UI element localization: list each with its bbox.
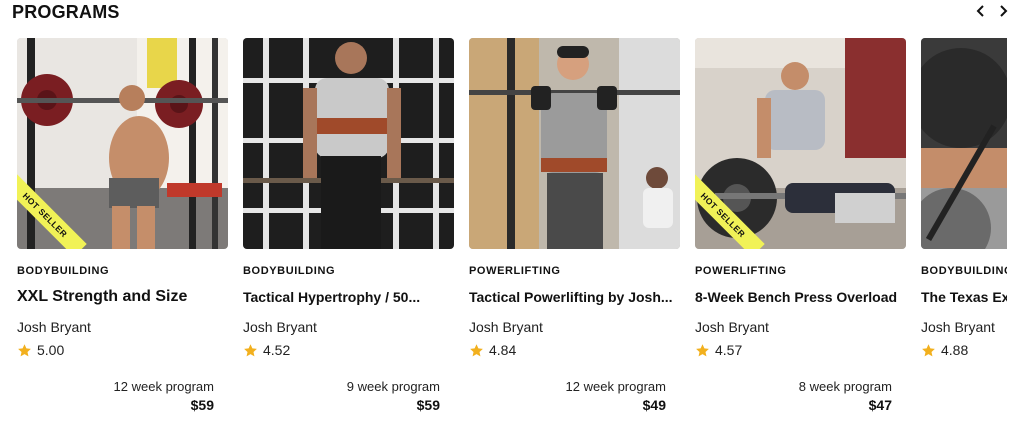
star-icon (17, 343, 32, 358)
program-author: Josh Bryant (695, 319, 769, 335)
program-rating: 4.84 (469, 342, 516, 358)
program-rating: 4.52 (243, 342, 290, 358)
program-name[interactable]: The Texas Ext (921, 289, 1007, 305)
program-price: $47 (868, 397, 892, 413)
program-duration: 12 week program (113, 379, 214, 394)
program-price: $59 (190, 397, 214, 413)
program-author: Josh Bryant (243, 319, 317, 335)
program-photo (921, 38, 1007, 249)
program-card[interactable]: BODYBUILDING Tactical Hypertrophy / 50..… (243, 38, 454, 438)
program-name[interactable]: XXL Strength and Size (17, 288, 222, 306)
rating-value: 4.57 (715, 342, 743, 358)
program-rating: 4.57 (695, 342, 742, 358)
program-author: Josh Bryant (921, 319, 995, 335)
program-author: Josh Bryant (17, 319, 91, 335)
carousel-prev-button[interactable] (970, 0, 992, 22)
carousel-next-button[interactable] (992, 0, 1014, 22)
rating-value: 4.52 (263, 342, 291, 358)
program-price: $49 (642, 397, 666, 413)
star-icon (695, 343, 710, 358)
program-category: POWERLIFTING (695, 265, 787, 277)
program-author: Josh Bryant (469, 319, 543, 335)
program-category: BODYBUILDING (243, 265, 336, 277)
program-card[interactable]: HOT SELLER BODYBUILDING XXL Strength and… (17, 38, 228, 438)
section-title: PROGRAMS (12, 2, 120, 22)
program-duration: 8 week program (798, 379, 892, 394)
program-category: BODYBUILDING (921, 265, 1007, 277)
program-carousel: HOT SELLER BODYBUILDING XXL Strength and… (17, 38, 1007, 438)
program-thumbnail[interactable]: HOT SELLER (695, 38, 906, 249)
program-name[interactable]: 8-Week Bench Press Overload (695, 289, 900, 305)
section-header: PROGRAMS (12, 0, 1012, 24)
rating-value: 4.88 (941, 342, 969, 358)
program-name[interactable]: Tactical Hypertrophy / 50... (243, 289, 448, 305)
program-price: $59 (416, 397, 440, 413)
program-duration: 12 week program (565, 379, 666, 394)
program-photo (469, 38, 680, 249)
program-name[interactable]: Tactical Powerlifting by Josh... (469, 289, 674, 305)
program-card[interactable]: HOT SELLER POWERLIFTING 8-Week Bench Pre… (695, 38, 906, 438)
program-category: POWERLIFTING (469, 265, 561, 277)
program-duration: 9 week program (346, 379, 440, 394)
star-icon (469, 343, 484, 358)
chevron-right-icon (1000, 5, 1008, 17)
chevron-left-icon (976, 5, 984, 17)
program-card[interactable]: BODYBUILDING The Texas Ext Josh Bryant 4… (921, 38, 1007, 438)
program-thumbnail[interactable]: HOT SELLER (17, 38, 228, 249)
program-thumbnail[interactable] (469, 38, 680, 249)
rating-value: 5.00 (37, 342, 65, 358)
rating-value: 4.84 (489, 342, 517, 358)
program-rating: 4.88 (921, 342, 968, 358)
star-icon (921, 343, 936, 358)
program-thumbnail[interactable] (921, 38, 1007, 249)
program-rating: 5.00 (17, 342, 64, 358)
program-category: BODYBUILDING (17, 265, 110, 277)
program-photo (243, 38, 454, 249)
program-card[interactable]: POWERLIFTING Tactical Powerlifting by Jo… (469, 38, 680, 438)
star-icon (243, 343, 258, 358)
program-thumbnail[interactable] (243, 38, 454, 249)
